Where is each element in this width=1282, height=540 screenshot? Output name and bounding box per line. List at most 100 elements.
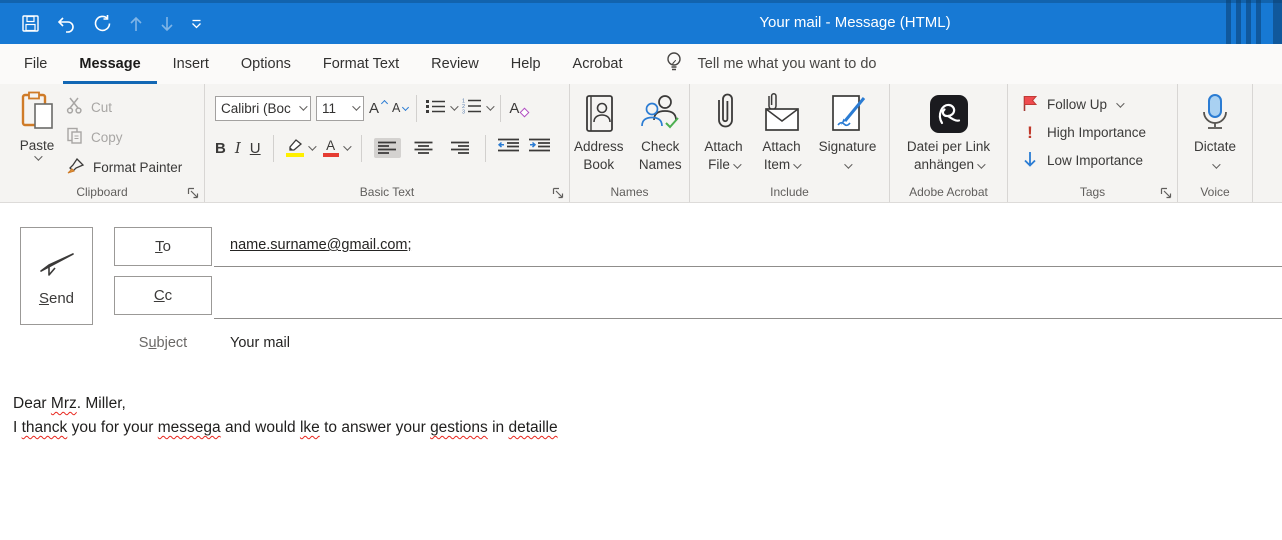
send-button[interactable]: Send — [20, 227, 93, 325]
bullets-button[interactable] — [425, 98, 456, 119]
tell-me-label: Tell me what you want to do — [698, 56, 877, 72]
tab-format-text[interactable]: Format Text — [307, 44, 415, 84]
format-painter-label: Format Painter — [93, 160, 182, 175]
undo-icon[interactable] — [56, 15, 76, 33]
customize-qat-icon[interactable] — [191, 19, 202, 29]
font-color-icon: A — [323, 140, 339, 157]
low-importance-button[interactable]: Low Importance — [1022, 150, 1146, 171]
basic-text-dialog-launcher-icon[interactable] — [552, 186, 564, 198]
check-names-icon — [640, 90, 680, 138]
body-text: I — [13, 419, 22, 436]
titlebar-stripes — [1226, 0, 1264, 44]
tab-file[interactable]: File — [8, 44, 63, 84]
up-arrow-icon — [129, 15, 143, 33]
signature-button[interactable]: Signature — [813, 90, 883, 173]
decrease-indent-button[interactable] — [498, 138, 520, 158]
subject-label: Subject — [114, 335, 212, 351]
font-name-select[interactable]: Calibri (Boc — [215, 96, 311, 121]
align-right-icon — [450, 141, 469, 155]
tab-options[interactable]: Options — [225, 44, 307, 84]
flag-icon — [1022, 94, 1038, 115]
highlight-dropdown-icon — [308, 142, 316, 150]
paste-button[interactable]: Paste — [12, 91, 62, 161]
signature-dropdown-icon — [845, 160, 853, 168]
address-book-button[interactable]: AddressBook — [570, 90, 628, 173]
to-field[interactable] — [214, 266, 1282, 267]
font-name-dropdown-icon — [299, 102, 307, 110]
font-color-dropdown-icon — [343, 142, 351, 150]
acrobat-icon — [929, 90, 969, 138]
follow-up-button[interactable]: Follow Up — [1022, 94, 1146, 115]
check-names-button[interactable]: CheckNames — [632, 90, 690, 173]
highlight-icon — [286, 139, 304, 157]
quick-access-toolbar — [22, 3, 202, 44]
high-importance-button[interactable]: ! High Importance — [1022, 122, 1146, 143]
font-color-button[interactable]: A — [323, 140, 349, 157]
align-center-button[interactable] — [410, 138, 437, 158]
format-painter-button[interactable]: Format Painter — [66, 152, 182, 182]
numbering-icon: 123 — [461, 97, 482, 119]
italic-button[interactable]: I — [235, 139, 241, 157]
highlight-button[interactable] — [286, 139, 314, 157]
subject-field[interactable]: Your mail — [230, 335, 290, 351]
body-text: to answer your — [320, 419, 430, 436]
body-text: Dear — [13, 395, 51, 412]
cc-field[interactable] — [214, 318, 1282, 319]
group-clipboard: Paste Cut Copy Format Painter Clipboard — [0, 84, 205, 202]
decrease-indent-icon — [498, 138, 520, 153]
to-button[interactable]: To — [114, 227, 212, 266]
tab-message[interactable]: Message — [63, 44, 156, 84]
misspelled-word: gestions — [430, 419, 488, 436]
clipboard-commands: Cut Copy Format Painter — [66, 92, 182, 182]
tab-help[interactable]: Help — [495, 44, 557, 84]
body-text: . Miller, — [77, 395, 126, 412]
bold-button[interactable]: B — [215, 140, 226, 157]
tell-me-box[interactable]: Tell me what you want to do — [665, 44, 877, 84]
attach-item-button[interactable]: AttachItem — [755, 90, 809, 173]
title-bar: Your mail - Message (HTML) — [0, 0, 1282, 44]
tab-review[interactable]: Review — [415, 44, 495, 84]
body-text: in — [488, 419, 509, 436]
align-left-button[interactable] — [374, 138, 401, 158]
high-importance-label: High Importance — [1047, 125, 1146, 140]
misspelled-word: lke — [300, 419, 320, 436]
tab-acrobat[interactable]: Acrobat — [557, 44, 639, 84]
cc-button[interactable]: Cc — [114, 276, 212, 315]
basic-text-row1: Calibri (Boc 11 A A 123 — [215, 95, 528, 121]
paperclip-icon — [711, 90, 737, 138]
font-size-select[interactable]: 11 — [316, 96, 364, 121]
clipboard-dialog-launcher-icon[interactable] — [187, 186, 199, 198]
cut-button: Cut — [66, 92, 182, 122]
tags-group-label: Tags — [1008, 185, 1177, 199]
clear-formatting-button[interactable]: A — [509, 100, 528, 117]
attach-item-icon — [761, 90, 803, 138]
cut-label: Cut — [91, 100, 112, 115]
shrink-font-button[interactable]: A — [392, 101, 408, 115]
dictate-dropdown-icon — [1212, 160, 1220, 168]
to-recipient[interactable]: name.surname@gmail.com; — [230, 237, 412, 253]
increase-indent-icon — [529, 138, 551, 153]
ribbon-tab-row: FileMessageInsertOptionsFormat TextRevie… — [0, 44, 1282, 84]
bullets-dropdown-icon — [451, 102, 459, 110]
clear-formatting-icon — [520, 107, 530, 117]
include-group-label: Include — [690, 185, 889, 199]
down-arrow-icon — [160, 15, 174, 33]
dictate-button[interactable]: Dictate — [1185, 90, 1245, 173]
tab-insert[interactable]: Insert — [157, 44, 225, 84]
misspelled-word: Mrz — [51, 395, 77, 412]
attach-via-link-button[interactable]: Datei per Linkanhängen — [894, 90, 1004, 173]
redo-icon[interactable] — [93, 14, 112, 33]
numbering-button[interactable]: 123 — [461, 97, 492, 119]
attach-item-dropdown-icon — [793, 160, 801, 168]
save-icon[interactable] — [22, 15, 39, 32]
message-body[interactable]: Dear Mrz. Miller,I thanck you for your m… — [13, 392, 558, 440]
grow-font-button[interactable]: A — [369, 100, 387, 117]
align-right-button[interactable] — [446, 138, 473, 158]
bullets-icon — [425, 98, 446, 119]
signature-icon — [828, 90, 868, 138]
tags-dialog-launcher-icon[interactable] — [1160, 186, 1172, 198]
underline-button[interactable]: U — [250, 140, 261, 157]
attach-file-button[interactable]: AttachFile — [697, 90, 751, 173]
clipboard-group-label: Clipboard — [0, 185, 204, 199]
increase-indent-button[interactable] — [529, 138, 551, 158]
